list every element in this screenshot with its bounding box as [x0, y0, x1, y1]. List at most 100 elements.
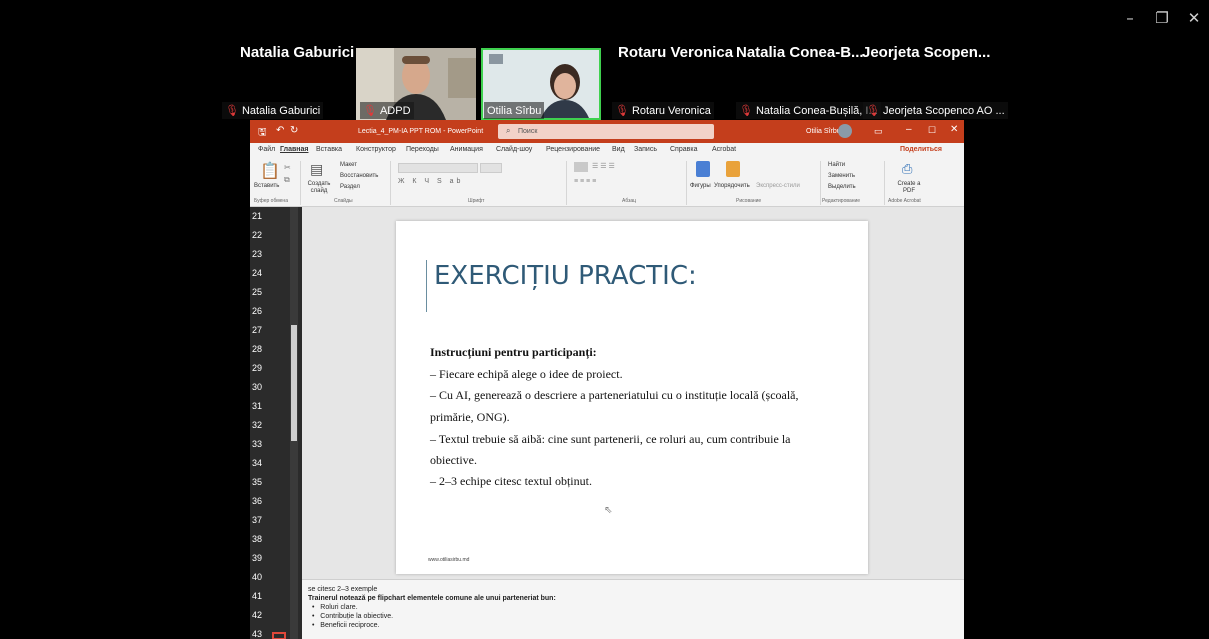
scrollbar-thumb[interactable]: [291, 325, 297, 441]
slide-text-line[interactable]: – 2–3 echipe citesc textul obținut.: [430, 474, 592, 489]
mic-off-icon: 🎙: [225, 104, 239, 117]
font-name-select[interactable]: [398, 163, 478, 173]
slide-title[interactable]: EXERCIȚIU PRACTIC:: [434, 261, 697, 291]
find-button[interactable]: Найти: [828, 162, 845, 168]
arrange-button[interactable]: Упорядочить: [714, 183, 750, 189]
participant-name: Natalia Gaburici: [240, 44, 355, 61]
slide-number[interactable]: 37: [252, 515, 262, 525]
create-pdf-icon[interactable]: ⎙: [902, 161, 912, 177]
slide-heading[interactable]: Instrucțiuni pentru participanți:: [430, 345, 597, 360]
tab-view[interactable]: Вид: [612, 146, 625, 153]
slide-number[interactable]: 24: [252, 268, 262, 278]
ribbon-display-icon[interactable]: ▭: [874, 126, 883, 137]
participant-tag: 🎙 Rotaru Veronica: [612, 102, 714, 119]
font-size-select[interactable]: [480, 163, 502, 173]
slide-text-line[interactable]: – Textul trebuie să aibă: cine sunt part…: [430, 432, 790, 447]
new-slide-button[interactable]: Создать слайд: [304, 181, 334, 195]
tab-transitions[interactable]: Переходы: [406, 146, 439, 153]
tab-design[interactable]: Конструктор: [356, 146, 396, 153]
slide-number[interactable]: 21: [252, 211, 262, 221]
slide-number[interactable]: 23: [252, 249, 262, 259]
slide-text-line[interactable]: obiective.: [430, 453, 477, 468]
slide-canvas[interactable]: EXERCIȚIU PRACTIC: Instrucțiuni pentru p…: [396, 221, 868, 574]
align-icons[interactable]: ≡ ≡ ≡ ≡: [574, 178, 596, 185]
slide-text-line[interactable]: – Cu AI, generează o descriere a partene…: [430, 388, 799, 403]
slide-text-line[interactable]: – Fiecare echipă alege o idee de proiect…: [430, 367, 623, 382]
participant-tag: 🎙 Natalia Conea-Bușilă, I...: [736, 102, 881, 119]
avatar[interactable]: [838, 124, 852, 138]
slide-number[interactable]: 34: [252, 458, 262, 468]
notes-bullet: • Beneficii reciproce.: [312, 622, 380, 629]
save-icon[interactable]: 🖫: [258, 125, 267, 142]
slide-number[interactable]: 31: [252, 401, 262, 411]
replace-button[interactable]: Заменить: [828, 173, 855, 179]
slide-number[interactable]: 25: [252, 287, 262, 297]
slide-number[interactable]: 40: [252, 572, 262, 582]
close-icon[interactable]: ✕: [950, 124, 958, 135]
tab-animations[interactable]: Анимация: [450, 146, 483, 153]
participant-tag: 🎙 Jeorjeta Scopenco AO ...: [863, 102, 1008, 119]
minimize-icon[interactable]: –: [906, 124, 912, 135]
participant-tag: 🎙 Natalia Gaburici: [222, 102, 324, 119]
restore-button[interactable]: ❐: [1150, 8, 1174, 28]
slide-number[interactable]: 27: [252, 325, 262, 335]
layout-button[interactable]: Макет: [340, 162, 357, 168]
mic-off-icon: 🎙: [739, 104, 753, 117]
tab-insert[interactable]: Вставка: [316, 146, 342, 153]
tab-review[interactable]: Рецензирование: [546, 146, 600, 153]
list-icons[interactable]: ☰ ☰ ☰: [592, 162, 615, 170]
copy-icon[interactable]: ⧉: [284, 175, 290, 185]
slide-number[interactable]: 41: [252, 591, 262, 601]
slide-number[interactable]: 42: [252, 610, 262, 620]
speaker-notes[interactable]: se citesc 2–3 exemple Trainerul notează …: [302, 579, 964, 639]
new-slide-icon[interactable]: ▤: [310, 161, 323, 178]
tab-home[interactable]: Главная: [280, 146, 308, 153]
search-box[interactable]: ⌕ Поиск: [498, 124, 714, 139]
redo-icon[interactable]: ↻: [290, 125, 298, 136]
current-slide-thumb[interactable]: [272, 632, 286, 639]
slide-number[interactable]: 32: [252, 420, 262, 430]
slide-number[interactable]: 30: [252, 382, 262, 392]
arrange-icon[interactable]: [726, 161, 740, 177]
slide-number[interactable]: 26: [252, 306, 262, 316]
section-button[interactable]: Раздел: [340, 184, 360, 190]
tab-help[interactable]: Справка: [670, 146, 697, 153]
slide-number[interactable]: 39: [252, 553, 262, 563]
cut-icon[interactable]: ✂: [284, 163, 291, 172]
slide-number[interactable]: 36: [252, 496, 262, 506]
minimize-button[interactable]: –: [1118, 8, 1142, 28]
slide-number[interactable]: 38: [252, 534, 262, 544]
slide-thumbnails-panel[interactable]: 21 22 23 24 25 26 27 28 29 30 31 32 33 3…: [250, 207, 302, 639]
shapes-icon[interactable]: [696, 161, 710, 177]
slide-number[interactable]: 22: [252, 230, 262, 240]
paste-icon[interactable]: 📋: [260, 161, 280, 181]
notes-line: se citesc 2–3 exemple: [308, 586, 378, 593]
slide-text-line[interactable]: primărie, ONG).: [430, 410, 510, 425]
express-styles-button[interactable]: Экспресс-стили: [756, 183, 800, 189]
slide-number[interactable]: 28: [252, 344, 262, 354]
reset-button[interactable]: Восстановить: [340, 173, 378, 179]
bullets-icon[interactable]: [574, 162, 588, 172]
slide-number[interactable]: 43: [252, 629, 262, 639]
paste-button[interactable]: Вставить: [254, 183, 279, 189]
tab-slideshow[interactable]: Слайд-шоу: [496, 146, 532, 153]
tab-file[interactable]: Файл: [258, 146, 275, 153]
slide-number[interactable]: 33: [252, 439, 262, 449]
group-label: Adobe Acrobat: [888, 198, 921, 204]
select-button[interactable]: Выделить: [828, 184, 856, 190]
shapes-button[interactable]: Фигуры: [690, 183, 711, 189]
thumbnails-scrollbar[interactable]: [290, 207, 298, 639]
notes-bullet: • Roluri clare.: [312, 604, 358, 611]
slide-number[interactable]: 35: [252, 477, 262, 487]
slide-number[interactable]: 29: [252, 363, 262, 373]
participant-tag: 🎙 ADPD: [360, 102, 414, 119]
undo-icon[interactable]: ↶: [276, 125, 284, 136]
tab-record[interactable]: Запись: [634, 146, 657, 153]
restore-icon[interactable]: ☐: [928, 125, 936, 136]
ribbon-tabs: Файл Главная Вставка Конструктор Переход…: [250, 143, 964, 157]
close-button[interactable]: ✕: [1182, 8, 1206, 28]
create-pdf-button[interactable]: Create a PDF: [892, 181, 926, 195]
font-format-icons[interactable]: Ж К Ч S ab: [398, 178, 463, 185]
tab-acrobat[interactable]: Acrobat: [712, 146, 736, 153]
share-button[interactable]: Поделиться: [900, 146, 942, 153]
